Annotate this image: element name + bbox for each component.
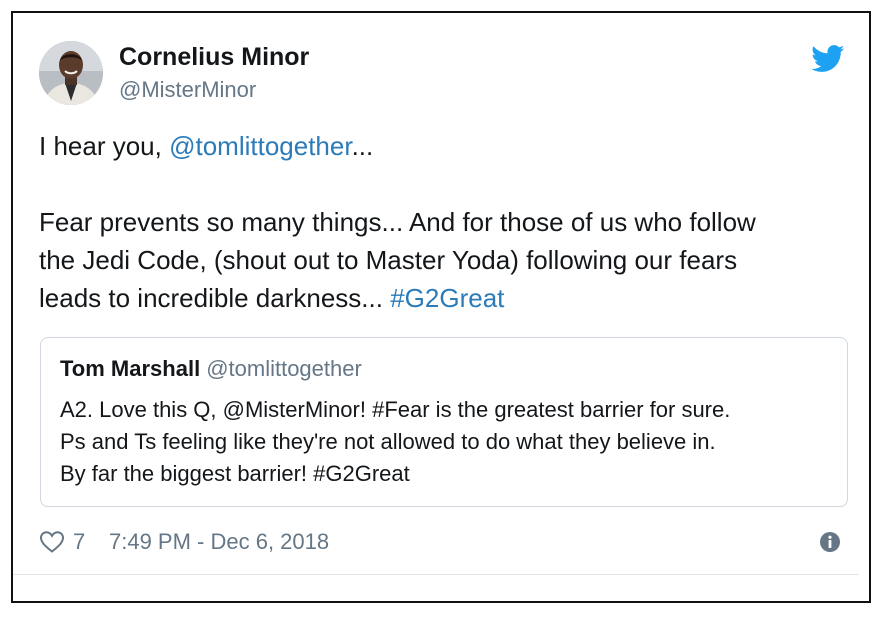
tweet-text-line: leads to incredible darkness... xyxy=(39,283,391,313)
info-icon[interactable] xyxy=(819,531,841,553)
quoted-tweet[interactable]: Tom Marshall @tomlittogether A2. Love thi… xyxy=(40,337,848,507)
divider xyxy=(13,574,859,575)
heart-icon[interactable] xyxy=(39,530,65,554)
tweet-footer: 7 7:49 PM - Dec 6, 2018 xyxy=(39,525,849,561)
hashtag-link[interactable]: #G2Great xyxy=(390,283,504,313)
tweet-text-line: the Jedi Code, (shout out to Master Yoda… xyxy=(39,245,738,275)
tweet-text: I hear you, @tomlittogether... Fear prev… xyxy=(39,127,839,317)
quoted-text-line: A2. Love this Q, @MisterMinor! #Fear is … xyxy=(60,397,731,422)
tweet-text-segment: I hear you, xyxy=(39,131,170,161)
author-name[interactable]: Cornelius Minor xyxy=(119,43,309,72)
timestamp-link[interactable]: 7:49 PM - Dec 6, 2018 xyxy=(109,529,329,555)
quoted-author-handle: @tomlittogether xyxy=(206,356,362,381)
quoted-text-line: Ps and Ts feeling like they're not allow… xyxy=(60,429,716,454)
quoted-tweet-header: Tom Marshall @tomlittogether xyxy=(60,356,362,382)
tweet-header: Cornelius Minor @MisterMinor xyxy=(39,41,849,111)
twitter-bird-icon[interactable] xyxy=(811,45,845,73)
tweet-paragraph: I hear you, @tomlittogether... xyxy=(39,127,839,165)
mention-link[interactable]: @tomlittogether xyxy=(169,131,351,161)
quoted-text-line: By far the biggest barrier! #G2Great xyxy=(60,461,410,486)
tweet-text-line: Fear prevents so many things... And for … xyxy=(39,207,756,237)
quoted-author-name: Tom Marshall xyxy=(60,356,201,381)
tweet-paragraph: Fear prevents so many things... And for … xyxy=(39,203,839,317)
avatar[interactable] xyxy=(39,41,103,105)
like-count: 7 xyxy=(73,529,86,554)
embedded-tweet-card: Cornelius Minor @MisterMinor I hear you,… xyxy=(11,11,871,603)
tweet-text-segment: ... xyxy=(351,131,374,161)
author-handle[interactable]: @MisterMinor xyxy=(119,77,256,103)
quoted-tweet-text: A2. Love this Q, @MisterMinor! #Fear is … xyxy=(60,394,830,490)
